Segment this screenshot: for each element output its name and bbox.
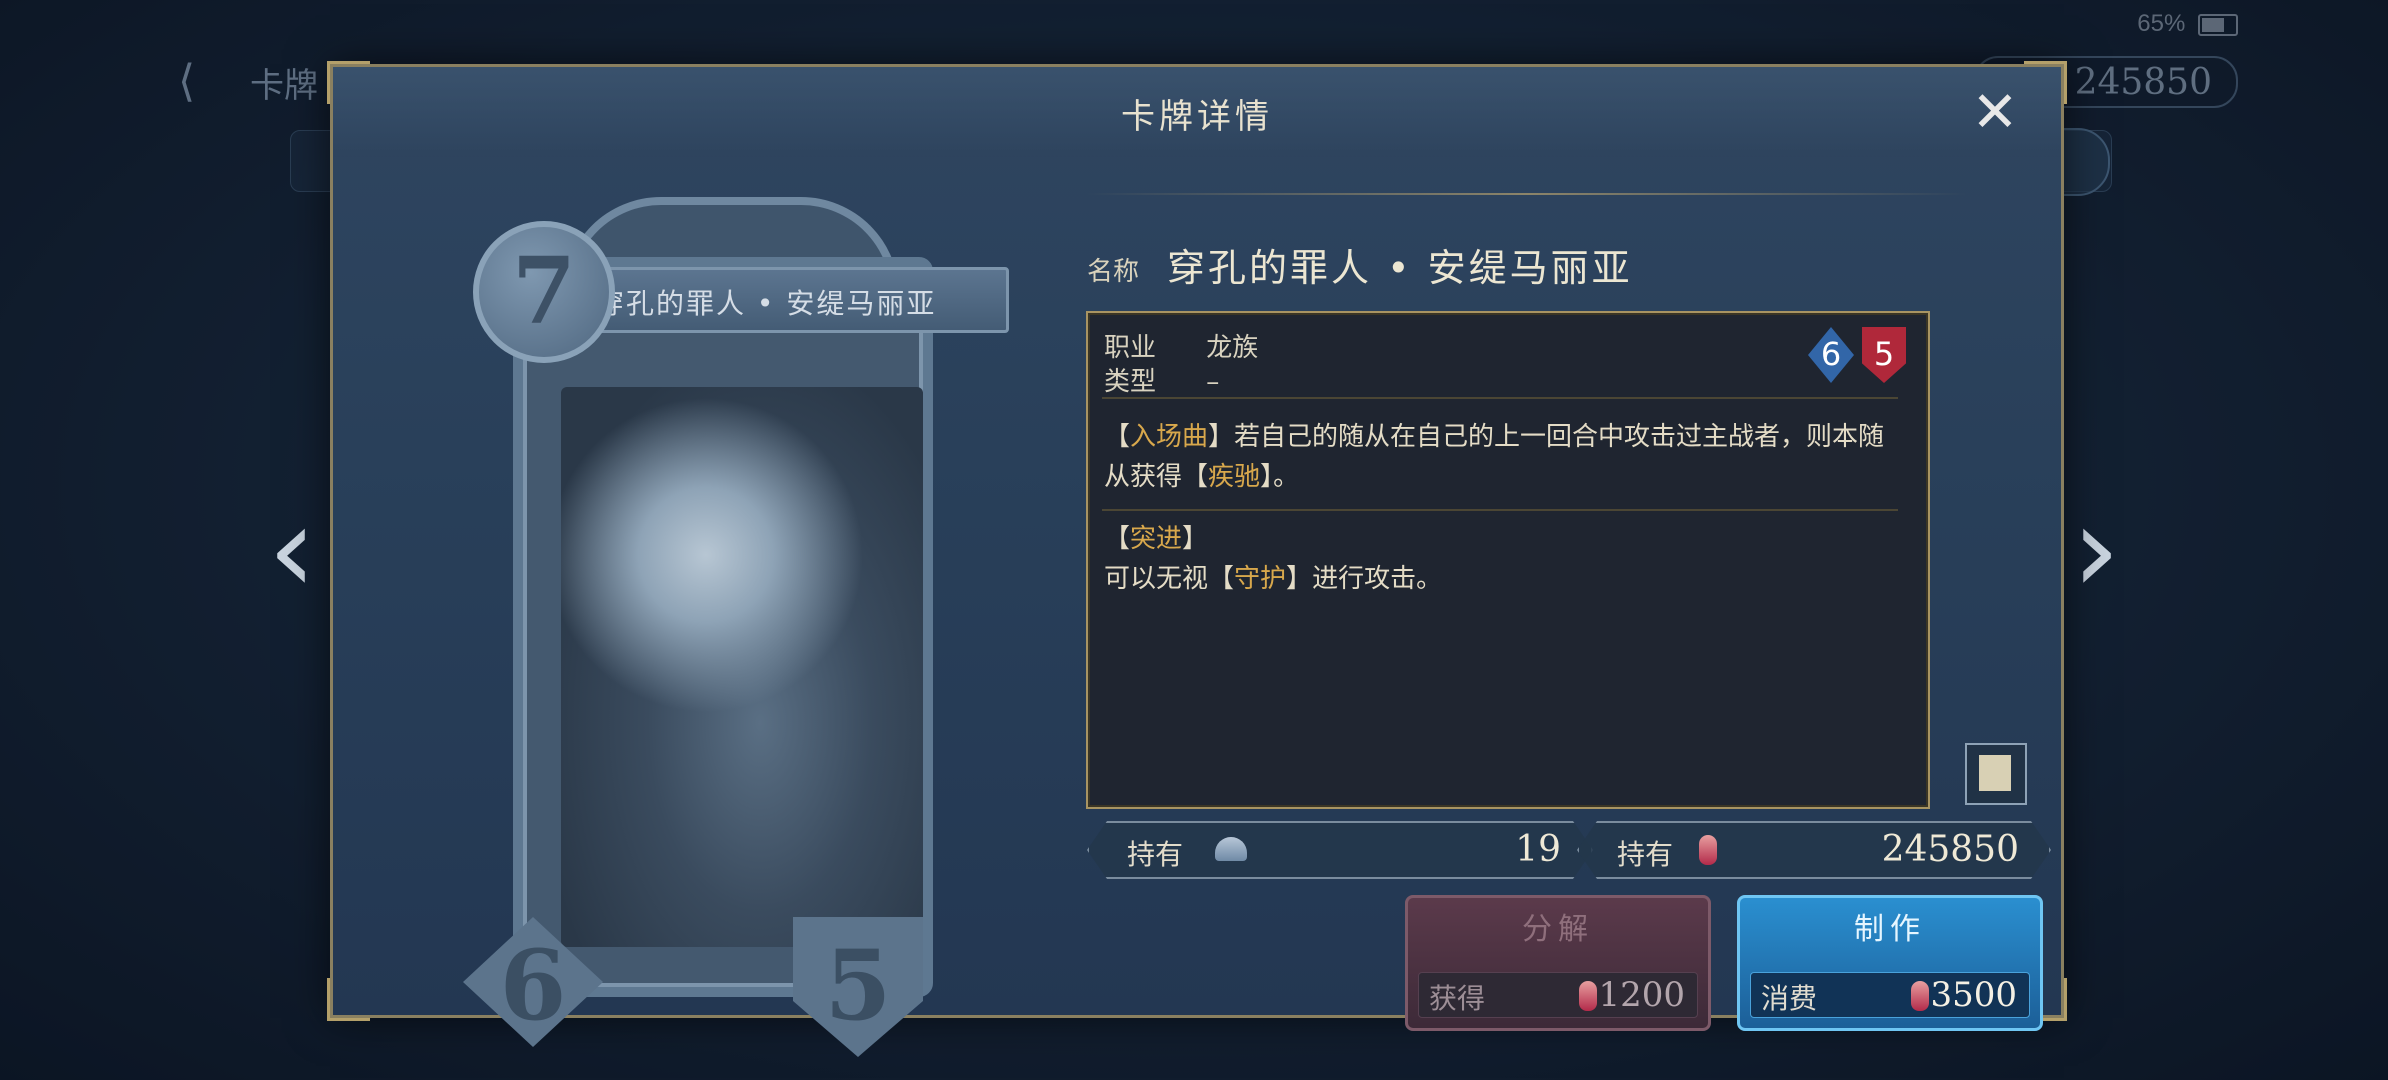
modal-title: 卡牌详情 bbox=[1121, 97, 1273, 137]
next-card-arrow-icon[interactable]: › bbox=[2066, 491, 2126, 611]
card-copy-icon bbox=[1215, 837, 1247, 861]
type-label: 类型 bbox=[1104, 367, 1157, 397]
bracket-close: 】 bbox=[1286, 564, 1313, 594]
ability-rush-post: 进行攻击。 bbox=[1312, 564, 1443, 594]
card-cost-gem: 7 bbox=[473, 221, 615, 363]
owned-vials-count: 245850 bbox=[1881, 829, 2019, 870]
dismantle-reward-label: 获得 bbox=[1429, 982, 1486, 1015]
description-divider bbox=[1102, 509, 1898, 511]
modal-header: 卡牌详情 ✕ bbox=[333, 67, 2061, 157]
bracket-open: 【 bbox=[1208, 564, 1235, 594]
class-row: 职业 龙族 bbox=[1104, 327, 1258, 364]
vial-icon bbox=[1579, 981, 1597, 1011]
name-divider bbox=[1087, 193, 1967, 195]
frame-corner-ornament bbox=[327, 978, 370, 1021]
attack-stat-gem: 6 bbox=[1808, 327, 1854, 383]
card-artwork bbox=[561, 387, 923, 947]
class-value: 龙族 bbox=[1206, 333, 1259, 363]
card-name-banner: 穿孔的罪人 • 安缇马丽亚 bbox=[563, 267, 1009, 333]
dismantle-button[interactable]: 分解 获得 1200 bbox=[1405, 895, 1711, 1031]
craft-button-label: 制作 bbox=[1854, 912, 1926, 947]
bracket-open: 【 bbox=[1104, 524, 1131, 554]
owned-cards-counter: 持有 19 bbox=[1087, 821, 1593, 879]
owned-vials-counter: 持有 245850 bbox=[1577, 821, 2051, 879]
dismantle-reward: 获得 1200 bbox=[1418, 972, 1698, 1018]
keyword-ward: 守护 bbox=[1234, 564, 1287, 594]
name-label: 名称 bbox=[1087, 257, 1140, 287]
vial-icon bbox=[1911, 981, 1929, 1011]
ability-rush-text: 【突进】 可以无视【守护】进行攻击。 bbox=[1104, 519, 1904, 599]
type-value: – bbox=[1206, 367, 1220, 397]
owned-cards-count: 19 bbox=[1515, 829, 1561, 870]
craft-button[interactable]: 制作 消费 3500 bbox=[1737, 895, 2043, 1031]
dismantle-button-label: 分解 bbox=[1522, 912, 1594, 947]
type-row: 类型 – bbox=[1104, 361, 1219, 398]
class-label: 职业 bbox=[1104, 333, 1157, 363]
keyword-fanfare: 入场曲 bbox=[1130, 422, 1209, 452]
card-preview[interactable]: 穿孔的罪人 • 安缇马丽亚 7 6 5 bbox=[463, 197, 1009, 1057]
craft-cost-label: 消费 bbox=[1761, 982, 1818, 1015]
bracket-close: 】 bbox=[1260, 462, 1274, 492]
bracket-open: 【 bbox=[1182, 462, 1209, 492]
card-detail-modal: 卡牌详情 ✕ 穿孔的罪人 • 安缇马丽亚 7 6 5 名称 穿孔的罪人 • 安缇… bbox=[327, 61, 2067, 1057]
health-stat-shield: 5 bbox=[1862, 327, 1906, 383]
craft-cost: 消费 3500 bbox=[1750, 972, 2030, 1018]
description-divider bbox=[1102, 397, 1898, 399]
dismantle-reward-value: 1200 bbox=[1598, 975, 1685, 1015]
ability-fanfare-text: 【入场曲】若自己的随从在自己的上一回合中攻击过主战者，则本随从获得【疾驰】。 bbox=[1104, 417, 1904, 497]
card-frame bbox=[513, 257, 933, 997]
bracket-open: 【 bbox=[1104, 422, 1131, 452]
card-cost: 7 bbox=[511, 237, 576, 345]
close-icon[interactable]: ✕ bbox=[1967, 85, 2023, 141]
vial-icon bbox=[1699, 835, 1717, 865]
card-name: 穿孔的罪人 • 安缇马丽亚 bbox=[596, 287, 937, 320]
card-name-row: 名称 穿孔的罪人 • 安缇马丽亚 bbox=[1087, 227, 2007, 297]
bracket-close: 】 bbox=[1182, 524, 1209, 554]
craft-cost-value: 3500 bbox=[1930, 975, 2017, 1015]
attack-stat: 6 bbox=[1820, 335, 1842, 373]
keyword-rush: 突进 bbox=[1130, 524, 1183, 554]
ability-rush-pre: 可以无视 bbox=[1104, 564, 1209, 594]
owned-cards-label: 持有 bbox=[1127, 838, 1184, 871]
ability-fanfare-end: 。 bbox=[1273, 462, 1300, 492]
card-description-panel: 职业 龙族 类型 – 6 5 【入场曲】若自己的随从在自己的上一回合中攻击过主战… bbox=[1086, 311, 1930, 809]
health-stat: 5 bbox=[1873, 335, 1895, 373]
keyword-storm: 疾驰 bbox=[1208, 462, 1261, 492]
name-value: 穿孔的罪人 • 安缇马丽亚 bbox=[1167, 246, 1633, 290]
card-lore-book-icon[interactable] bbox=[1965, 743, 2027, 805]
owned-vials-label: 持有 bbox=[1617, 838, 1674, 871]
bracket-close: 】 bbox=[1208, 422, 1235, 452]
previous-card-arrow-icon[interactable]: ‹ bbox=[262, 491, 322, 611]
